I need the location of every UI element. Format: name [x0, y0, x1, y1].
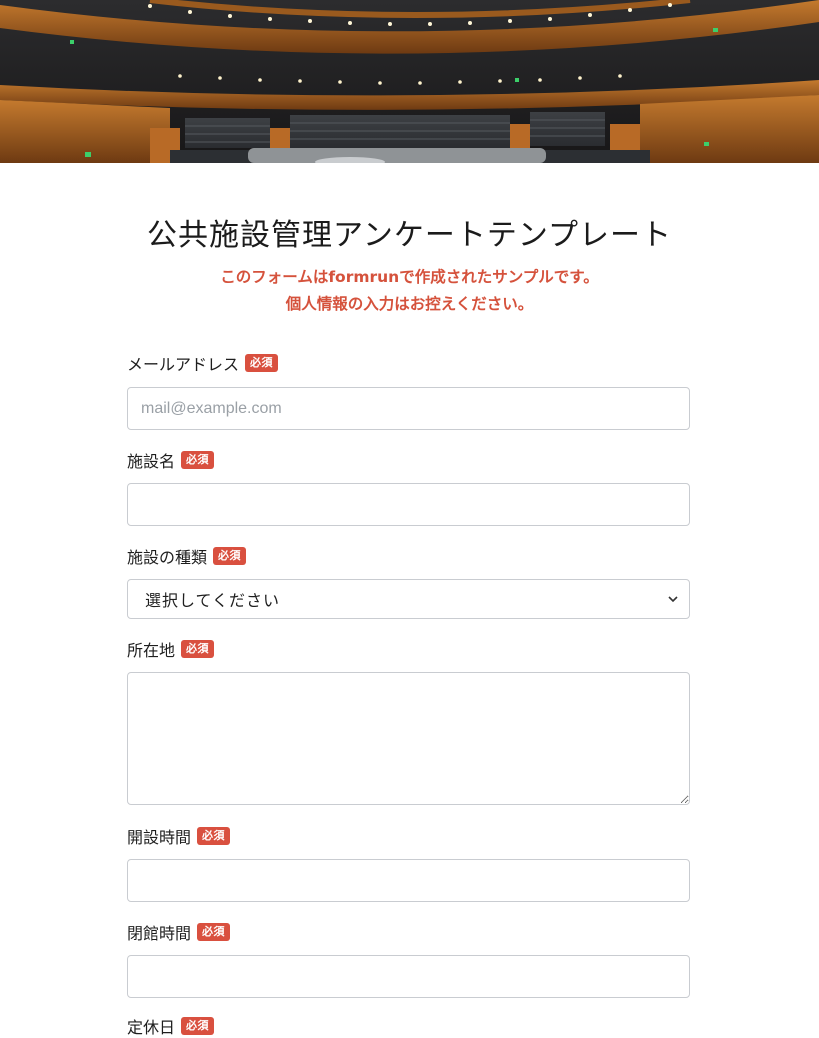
- required-badge: 必須: [197, 923, 231, 941]
- required-badge: 必須: [245, 354, 279, 372]
- chevron-down-icon: [667, 593, 679, 605]
- location-textarea[interactable]: [127, 672, 690, 805]
- facility-name-label-text: 施設名: [127, 452, 176, 471]
- opening-time-field[interactable]: [127, 859, 690, 902]
- sample-notice-line1: このフォームはformrunで作成されたサンプルです。: [220, 268, 599, 286]
- facility-name-label: 施設名 必須: [127, 448, 215, 472]
- header-image: [0, 0, 819, 163]
- facility-type-label-text: 施設の種類: [127, 548, 208, 567]
- opening-time-label-text: 開設時間: [127, 828, 192, 847]
- email-label-text: メールアドレス: [127, 355, 240, 374]
- sample-notice-line2: 個人情報の入力はお控えください。: [285, 295, 534, 313]
- required-badge: 必須: [213, 547, 247, 565]
- location-label: 所在地 必須: [127, 637, 215, 661]
- regular-holiday-label-text: 定休日: [127, 1018, 176, 1037]
- closing-time-label: 閉館時間 必須: [127, 920, 231, 944]
- email-label: メールアドレス 必須: [127, 351, 279, 375]
- facility-name-field[interactable]: [127, 483, 690, 526]
- closing-time-label-text: 閉館時間: [127, 924, 192, 943]
- form-title: 公共施設管理アンケートテンプレート: [147, 218, 672, 253]
- closing-time-field[interactable]: [127, 955, 690, 998]
- required-badge: 必須: [181, 640, 215, 658]
- facility-type-select[interactable]: 選択してください: [127, 579, 690, 619]
- required-badge: 必須: [181, 451, 215, 469]
- opening-time-label: 開設時間 必須: [127, 824, 231, 848]
- facility-type-label: 施設の種類 必須: [127, 544, 247, 568]
- required-badge: 必須: [181, 1017, 215, 1035]
- facility-type-selected-value: 選択してください: [145, 591, 281, 610]
- location-label-text: 所在地: [127, 641, 176, 660]
- required-badge: 必須: [197, 827, 231, 845]
- regular-holiday-label: 定休日 必須: [127, 1014, 215, 1038]
- email-field[interactable]: [127, 387, 690, 430]
